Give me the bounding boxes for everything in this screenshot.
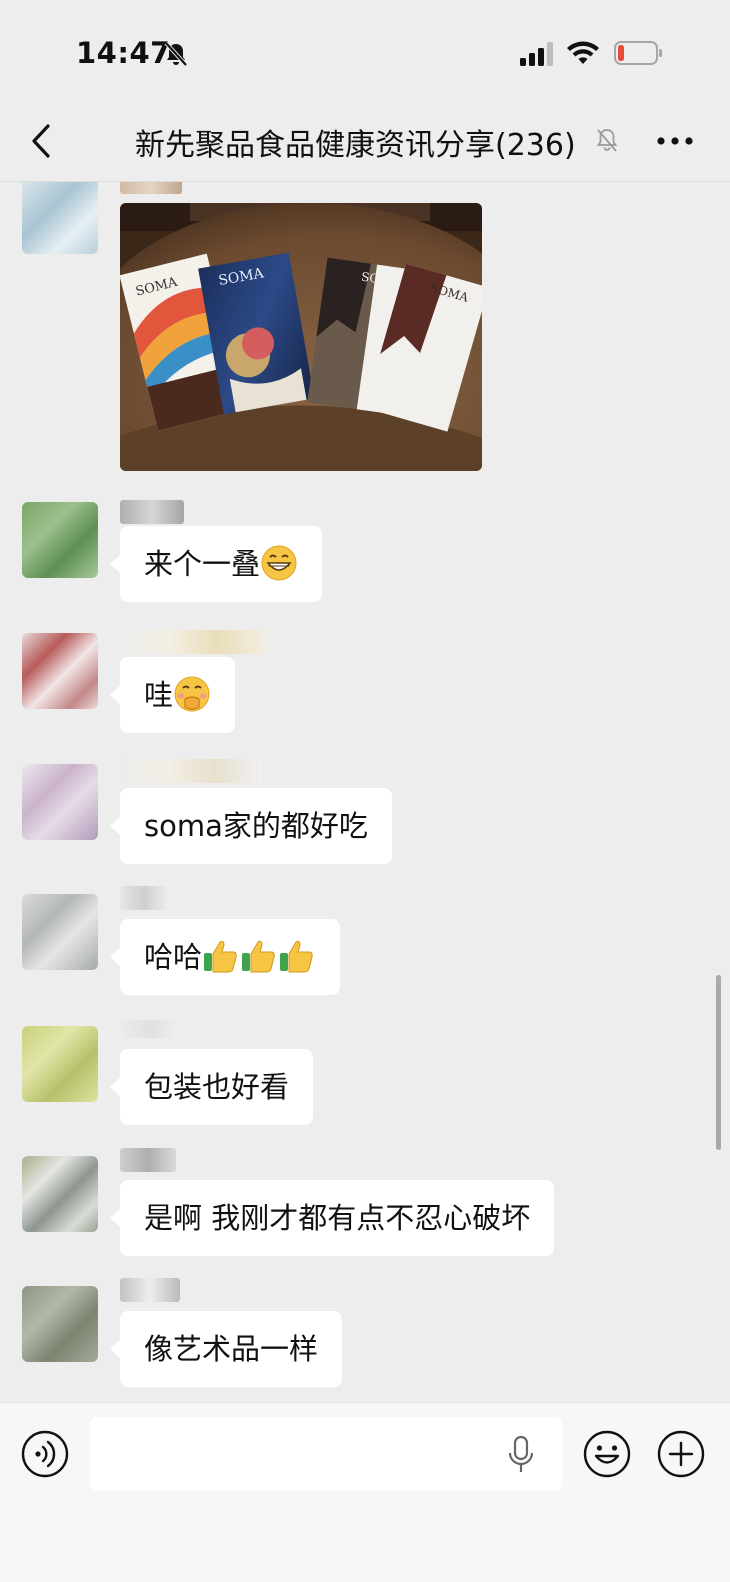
message-text: 哈哈 <box>144 940 203 974</box>
battery-icon <box>614 41 662 65</box>
sender-nickname <box>120 1020 180 1038</box>
message-bubble[interactable]: 包装也好看 <box>109 1049 314 1125</box>
more-options-button[interactable] <box>650 124 700 158</box>
sender-nickname <box>120 759 262 783</box>
status-bar: 14:47 <box>0 0 730 100</box>
message-bubble[interactable]: 来个一叠 <box>109 526 323 602</box>
thumbs-up-icon <box>204 940 313 973</box>
microphone-icon[interactable] <box>506 1435 536 1475</box>
message-bubble[interactable]: 哇 <box>109 657 236 733</box>
message-bubble[interactable]: soma家的都好吃 <box>110 788 392 864</box>
sender-avatar[interactable] <box>22 1286 98 1362</box>
sender-avatar[interactable] <box>22 1026 98 1102</box>
message-bubble[interactable]: 哈哈 <box>109 919 341 995</box>
sender-nickname <box>120 500 184 524</box>
message-input-bar <box>0 1402 730 1582</box>
sender-nickname <box>120 630 266 654</box>
shared-photo[interactable]: SOMA SOMA SOMA SOMA <box>120 203 482 471</box>
bell-off-icon <box>164 41 188 67</box>
message-text: 是啊 我刚才都有点不忍心破坏 <box>144 1201 531 1235</box>
more-functions-button[interactable] <box>656 1429 706 1479</box>
message-text: soma家的都好吃 <box>144 809 368 843</box>
back-button[interactable] <box>26 122 60 160</box>
message-text: 哇 <box>144 678 174 712</box>
message-text: 像艺术品一样 <box>144 1332 319 1366</box>
scrollbar-thumb[interactable] <box>716 975 721 1150</box>
sender-avatar[interactable] <box>22 633 98 709</box>
sender-nickname <box>120 182 182 194</box>
soma-chocolate-photo: SOMA SOMA SOMA SOMA <box>120 203 482 471</box>
message-text: 包装也好看 <box>144 1070 290 1104</box>
sender-avatar[interactable] <box>22 502 98 578</box>
sender-nickname <box>120 1148 176 1172</box>
emoji-button[interactable] <box>582 1429 632 1479</box>
chat-title: 新先聚品食品健康资讯分享(236) <box>135 128 576 163</box>
message-text: 来个一叠 <box>144 547 261 581</box>
message-bubble[interactable]: 是啊 我刚才都有点不忍心破坏 <box>109 1180 555 1256</box>
sender-nickname <box>120 886 168 910</box>
sender-nickname <box>120 1278 180 1302</box>
status-time: 14:47 <box>76 36 171 70</box>
muted-bell-icon <box>596 129 618 152</box>
sender-avatar[interactable] <box>22 182 98 254</box>
wifi-icon <box>567 41 599 64</box>
face-with-hand-over-mouth-icon <box>174 676 210 712</box>
sender-avatar[interactable] <box>22 1156 98 1232</box>
sender-avatar[interactable] <box>22 764 98 840</box>
sender-avatar[interactable] <box>22 894 98 970</box>
chat-header: 新先聚品食品健康资讯分享(236) <box>0 100 730 182</box>
signal-icon <box>520 42 553 66</box>
chat-message-list[interactable]: SOMA SOMA SOMA SOMA 来个一叠 哇 soma家的都好吃 哈哈 … <box>0 182 730 1414</box>
grinning-face-icon <box>261 545 297 581</box>
message-bubble[interactable]: 像艺术品一样 <box>109 1311 343 1387</box>
message-input[interactable] <box>90 1417 562 1491</box>
voice-mode-button[interactable] <box>20 1429 70 1479</box>
